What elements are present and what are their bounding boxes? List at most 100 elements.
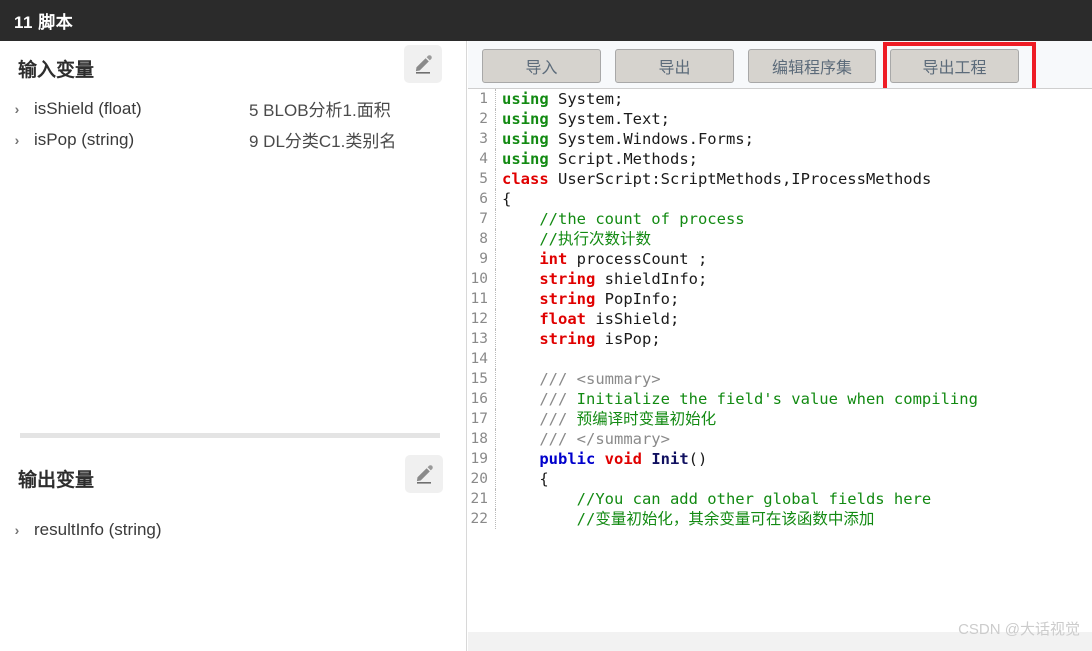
chevron-right-icon[interactable]: › xyxy=(0,101,34,117)
line-number: 2 xyxy=(468,109,496,129)
code-line[interactable]: 2 using System.Text; xyxy=(468,109,1092,129)
code-token: //the count of process xyxy=(502,210,745,228)
code-token: 预编译时变量初始化 xyxy=(576,410,717,428)
window-title: 11 脚本 xyxy=(14,13,74,32)
code-line[interactable]: 16 /// Initialize the field's value when… xyxy=(468,389,1092,409)
line-number: 1 xyxy=(468,89,496,109)
line-number: 20 xyxy=(468,469,496,489)
code-token: string xyxy=(539,330,596,348)
code-token: //执行次数计数 xyxy=(502,230,651,248)
output-variables-header: 输出变量 xyxy=(0,451,466,503)
code-text: /// <summary> xyxy=(496,369,660,389)
code-token: System; xyxy=(548,90,624,108)
export-project-button[interactable]: 导出工程 xyxy=(890,49,1019,83)
code-line[interactable]: 7 //the count of process xyxy=(468,209,1092,229)
code-line[interactable]: 18 /// </summary> xyxy=(468,429,1092,449)
line-number: 3 xyxy=(468,129,496,149)
code-token: //变量初始化，其余变量可在该函数中添加 xyxy=(502,510,875,528)
chevron-right-icon[interactable]: › xyxy=(0,522,34,538)
code-token: </summary> xyxy=(576,430,670,448)
code-line[interactable]: 20 { xyxy=(468,469,1092,489)
line-number: 7 xyxy=(468,209,496,229)
code-token: Initialize the field's value when compil… xyxy=(576,390,978,408)
code-text: //执行次数计数 xyxy=(496,229,651,249)
code-token: PopInfo; xyxy=(595,290,680,308)
code-token: isPop; xyxy=(595,330,661,348)
input-variables-header: 输入变量 xyxy=(0,41,466,93)
line-number: 21 xyxy=(468,489,496,509)
import-button[interactable]: 导入 xyxy=(482,49,601,83)
code-line[interactable]: 22 //变量初始化，其余变量可在该函数中添加 xyxy=(468,509,1092,529)
code-token: string xyxy=(539,270,596,288)
code-token: using xyxy=(502,110,549,128)
code-token: float xyxy=(539,310,586,328)
code-line[interactable]: 4 using Script.Methods; xyxy=(468,149,1092,169)
code-line[interactable]: 21 //You can add other global fields her… xyxy=(468,489,1092,509)
line-number: 8 xyxy=(468,229,496,249)
variable-value: 9 DL分类C1.类别名 xyxy=(249,132,397,151)
line-number: 10 xyxy=(468,269,496,289)
export-button[interactable]: 导出 xyxy=(615,49,734,83)
code-token: /// xyxy=(502,430,577,448)
code-line[interactable]: 9 int processCount ; xyxy=(468,249,1092,269)
code-text: string shieldInfo; xyxy=(496,269,707,289)
list-item[interactable]: › isShield (float) 5 BLOB分析1.面积 xyxy=(0,93,466,124)
code-text: using System.Windows.Forms; xyxy=(496,129,754,149)
code-line[interactable]: 19 public void Init() xyxy=(468,449,1092,469)
variable-value: 5 BLOB分析1.面积 xyxy=(249,101,391,120)
edit-assembly-button[interactable]: 编辑程序集 xyxy=(748,49,876,83)
code-line[interactable]: 12 float isShield; xyxy=(468,309,1092,329)
list-item[interactable]: › resultInfo (string) xyxy=(0,514,466,545)
code-token: /// xyxy=(502,390,577,408)
code-line[interactable]: 13 string isPop; xyxy=(468,329,1092,349)
code-token: Init xyxy=(651,450,689,468)
code-text: { xyxy=(496,469,548,489)
list-item[interactable]: › isPop (string) 9 DL分类C1.类别名 xyxy=(0,124,466,155)
code-token: class xyxy=(502,170,549,188)
code-line[interactable]: 8 //执行次数计数 xyxy=(468,229,1092,249)
line-number: 12 xyxy=(468,309,496,329)
code-text: using Script.Methods; xyxy=(496,149,698,169)
code-line[interactable]: 14 xyxy=(468,349,1092,369)
line-number: 16 xyxy=(468,389,496,409)
code-line[interactable]: 15 /// <summary> xyxy=(468,369,1092,389)
code-text: using System.Text; xyxy=(496,109,670,129)
line-number: 11 xyxy=(468,289,496,309)
code-text: string isPop; xyxy=(496,329,661,349)
variable-name: isShield (float) xyxy=(34,98,142,118)
code-line[interactable]: 10 string shieldInfo; xyxy=(468,269,1092,289)
code-token: System.Text; xyxy=(548,110,670,128)
chevron-right-icon[interactable]: › xyxy=(0,132,34,148)
code-line[interactable]: 5 class UserScript:ScriptMethods,IProcess… xyxy=(468,169,1092,189)
editor-toolbar: 导入 导出 编辑程序集 导出工程 xyxy=(468,41,1092,94)
code-area[interactable]: 1 using System; 2 using System.Text; 3 using … xyxy=(468,89,1092,529)
code-line[interactable]: 11 string PopInfo; xyxy=(468,289,1092,309)
edit-output-variables-button[interactable] xyxy=(405,455,443,493)
code-text: /// </summary> xyxy=(496,429,670,449)
input-variables-title: 输入变量 xyxy=(18,60,95,81)
code-token: string xyxy=(539,290,596,308)
code-text: using System; xyxy=(496,89,623,109)
code-token: System.Windows.Forms; xyxy=(548,130,754,148)
code-text: { xyxy=(496,189,511,209)
line-number: 18 xyxy=(468,429,496,449)
code-text: public void Init() xyxy=(496,449,707,469)
code-text: float isShield; xyxy=(496,309,679,329)
code-line[interactable]: 6{ xyxy=(468,189,1092,209)
edit-input-variables-button[interactable] xyxy=(404,45,442,83)
output-variables-list: › resultInfo (string) xyxy=(0,514,466,545)
code-line[interactable]: 1 using System; xyxy=(468,89,1092,109)
code-editor[interactable]: 1 using System; 2 using System.Text; 3 using … xyxy=(468,88,1092,633)
code-token: using xyxy=(502,90,549,108)
variables-panel: 输入变量 › isShield (float) 5 BLOB分析1.面积 › i… xyxy=(0,41,467,651)
code-line[interactable]: 17 /// 预编译时变量初始化 xyxy=(468,409,1092,429)
code-text: /// Initialize the field's value when co… xyxy=(496,389,978,409)
line-number: 15 xyxy=(468,369,496,389)
code-line[interactable]: 3 using System.Windows.Forms; xyxy=(468,129,1092,149)
